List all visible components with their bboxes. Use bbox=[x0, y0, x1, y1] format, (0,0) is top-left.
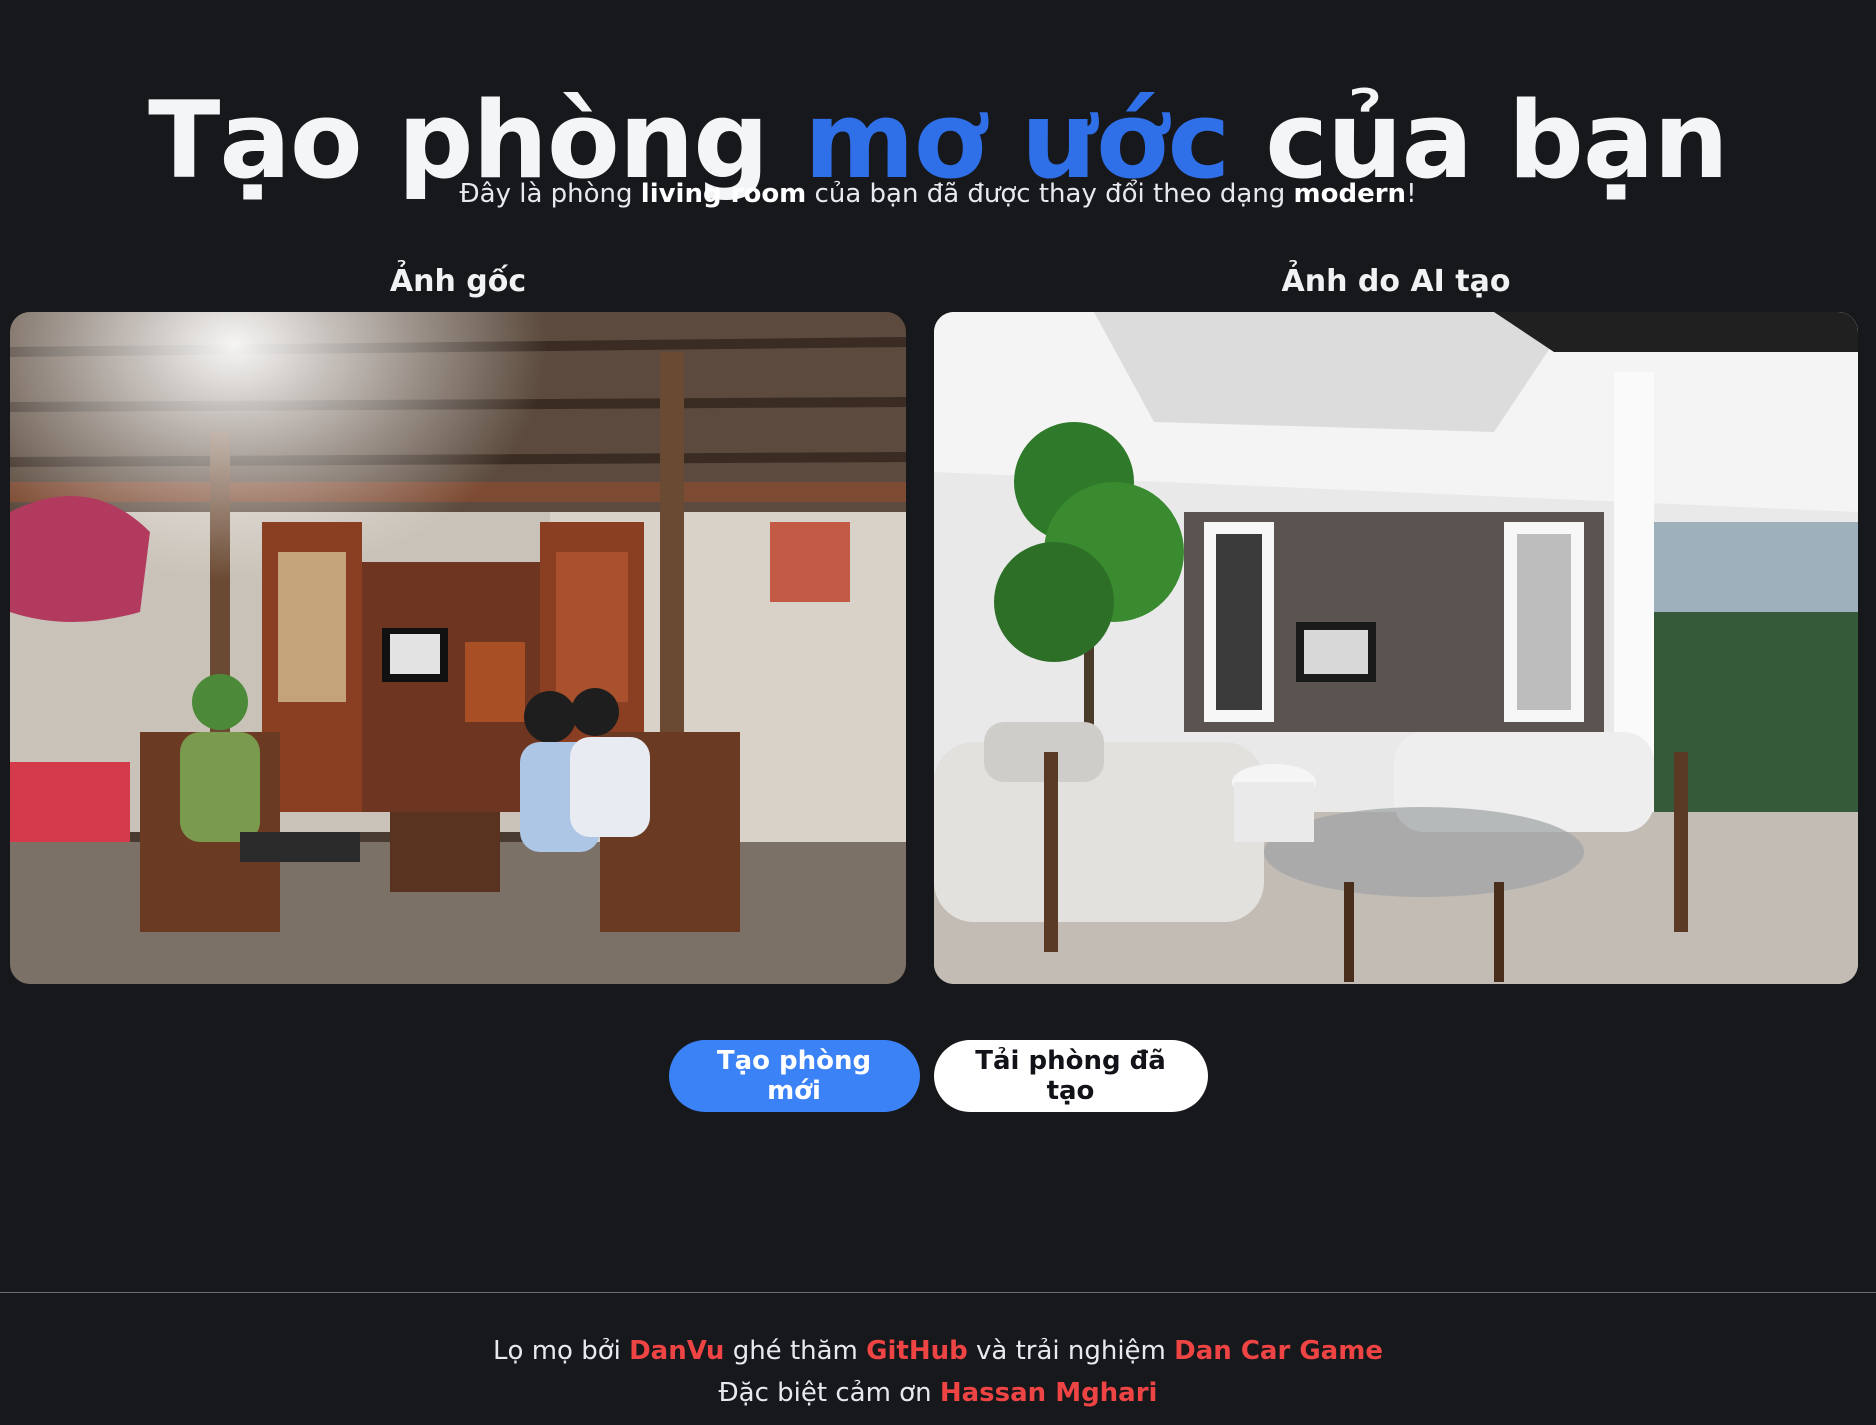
page: Tạo phòng mơ ước của bạn Đây là phòng li… bbox=[0, 0, 1876, 1425]
footer-prefix: Lọ mọ bởi bbox=[493, 1336, 630, 1366]
action-buttons: Tạo phòng mới Tải phòng đã tạo bbox=[0, 1040, 1876, 1112]
generated-image-label: Ảnh do AI tạo bbox=[1281, 264, 1511, 299]
generated-room-image[interactable] bbox=[934, 312, 1858, 984]
thanks-link[interactable]: Hassan Mghari bbox=[940, 1378, 1158, 1408]
original-image-label: Ảnh gốc bbox=[389, 264, 527, 299]
download-room-button[interactable]: Tải phòng đã tạo bbox=[933, 1040, 1208, 1112]
author-link[interactable]: DanVu bbox=[629, 1336, 724, 1366]
footer-line-1: Lọ mọ bởi DanVu ghé thăm GitHub và trải … bbox=[0, 1330, 1876, 1372]
footer-middle: ghé thăm bbox=[724, 1336, 867, 1366]
game-link[interactable]: Dan Car Game bbox=[1174, 1336, 1383, 1366]
github-link[interactable]: GitHub bbox=[866, 1336, 968, 1366]
subtitle-middle: của bạn đã được thay đổi theo dạng bbox=[806, 179, 1294, 209]
room-style: modern bbox=[1293, 179, 1407, 209]
footer-middle-2: và trải nghiệm bbox=[967, 1336, 1175, 1366]
footer-line-2: Đặc biệt cảm ơn Hassan Mghari bbox=[0, 1372, 1876, 1414]
footer-divider bbox=[0, 1292, 1876, 1293]
generated-room-illustration bbox=[934, 312, 1858, 984]
subtitle-suffix: ! bbox=[1406, 179, 1417, 209]
page-subtitle: Đây là phòng living room của bạn đã được… bbox=[0, 176, 1876, 212]
subtitle-prefix: Đây là phòng bbox=[459, 179, 641, 209]
original-room-illustration bbox=[10, 312, 906, 984]
new-room-button[interactable]: Tạo phòng mới bbox=[668, 1040, 920, 1112]
thanks-prefix: Đặc biệt cảm ơn bbox=[718, 1378, 940, 1408]
footer: Lọ mọ bởi DanVu ghé thăm GitHub và trải … bbox=[0, 1330, 1876, 1414]
original-room-image[interactable] bbox=[10, 312, 906, 984]
room-type: living room bbox=[640, 179, 807, 209]
